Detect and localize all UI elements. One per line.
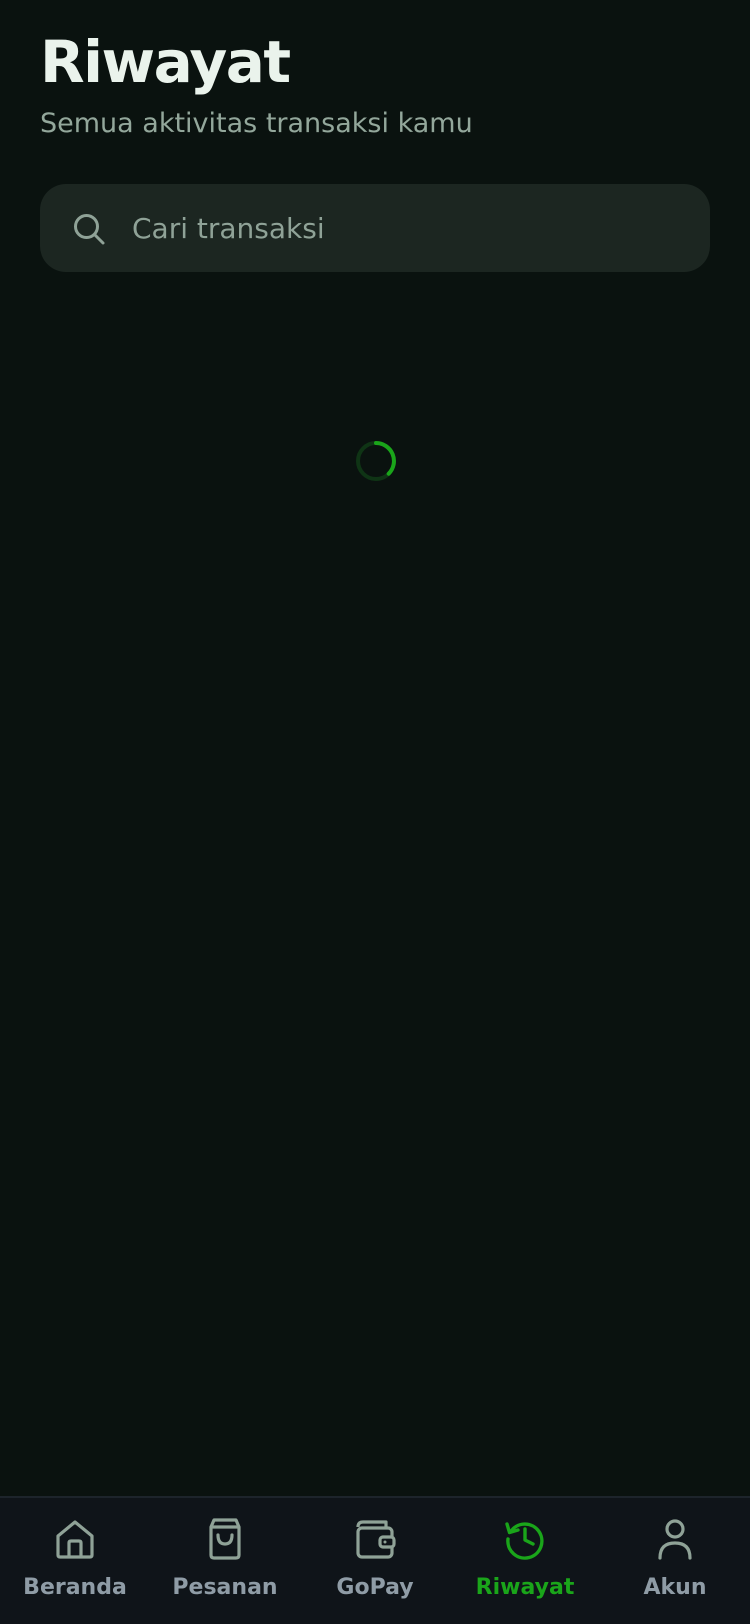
shopping-bag-icon: [209, 1518, 241, 1560]
nav-item-gopay[interactable]: GoPay: [300, 1498, 450, 1624]
nav-item-riwayat[interactable]: Riwayat: [450, 1498, 600, 1624]
nav-item-akun[interactable]: Akun: [600, 1498, 750, 1624]
wallet-icon: [356, 1520, 396, 1559]
page-header: Riwayat Semua aktivitas transaksi kamu: [40, 22, 473, 142]
nav-item-beranda[interactable]: Beranda: [0, 1498, 150, 1624]
page-subtitle: Semua aktivitas transaksi kamu: [40, 108, 473, 139]
search-icon: [74, 214, 105, 245]
loading-spinner: [355, 440, 397, 482]
history-icon: [505, 1522, 544, 1560]
search-bar[interactable]: [40, 184, 710, 272]
page-title: Riwayat: [40, 28, 291, 96]
history-screen: Riwayat Semua aktivitas transaksi kamu B…: [0, 0, 750, 1624]
home-icon: [56, 1520, 94, 1559]
nav-label: Beranda: [23, 1575, 127, 1600]
search-input[interactable]: [132, 184, 692, 272]
nav-label: Riwayat: [475, 1575, 575, 1600]
nav-label: Pesanan: [172, 1575, 278, 1600]
nav-item-pesanan[interactable]: Pesanan: [150, 1498, 300, 1624]
nav-label: GoPay: [336, 1575, 414, 1600]
nav-label: Akun: [643, 1575, 707, 1600]
bottom-navigation: Beranda Pesanan GoPay Riwayat Akun: [0, 1496, 750, 1624]
user-icon: [658, 1519, 692, 1560]
